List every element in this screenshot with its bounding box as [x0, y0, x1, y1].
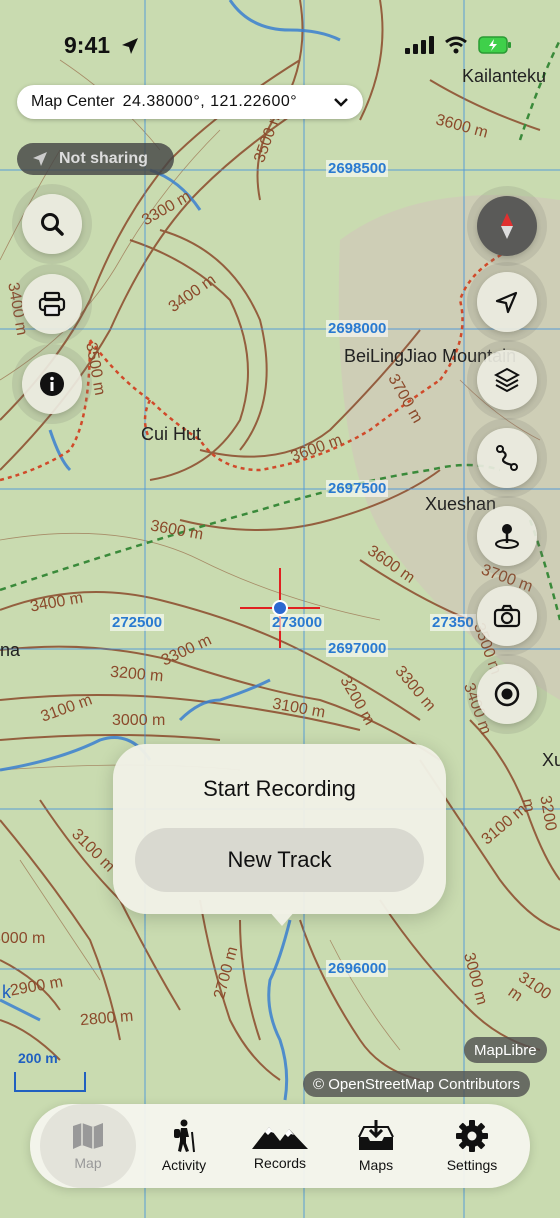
route-icon [496, 445, 518, 471]
tab-activity[interactable]: Activity [136, 1104, 232, 1188]
status-icons [404, 36, 512, 54]
tab-label: Maps [358, 1157, 394, 1173]
compass-button[interactable] [477, 196, 537, 256]
print-button[interactable] [22, 274, 82, 334]
map-icon [73, 1123, 103, 1149]
search-button[interactable] [22, 194, 82, 254]
tab-records[interactable]: Records [232, 1104, 328, 1188]
popup-title: Start Recording [203, 776, 356, 801]
layers-button[interactable] [477, 350, 537, 410]
info-button[interactable] [22, 354, 82, 414]
printer-icon [38, 291, 66, 317]
camera-icon [493, 604, 521, 628]
sharing-label: Not sharing [59, 150, 148, 167]
camera-button[interactable] [477, 586, 537, 646]
tab-maps[interactable]: Maps [328, 1104, 424, 1188]
tab-label: Activity [161, 1157, 207, 1173]
hiker-icon [174, 1119, 195, 1153]
compass-icon [501, 213, 513, 239]
tab-map[interactable]: Map [40, 1104, 136, 1188]
chevron-down-icon [334, 98, 348, 107]
osm-attribution[interactable]: © OpenStreetMap Contributors [303, 1071, 530, 1097]
map-center-coordinates: 24.38000°, 121.22600° [122, 93, 298, 110]
location-arrow-icon [495, 291, 518, 314]
map-center-selector[interactable]: Map Center 24.38000°, 121.22600° [17, 85, 363, 119]
scale-bar [14, 1072, 86, 1092]
map-scale: 200 m [14, 1050, 86, 1094]
mountains-icon [252, 1127, 308, 1149]
signal-icon [405, 36, 434, 54]
maplibre-attribution[interactable]: MapLibre [464, 1037, 547, 1063]
location-arrow-icon [33, 152, 47, 166]
gear-icon [456, 1120, 488, 1152]
battery-icon [478, 36, 511, 54]
new-track-button[interactable]: New Track [135, 828, 424, 892]
scale-label: 200 m [18, 1050, 58, 1066]
record-icon [494, 681, 520, 707]
info-icon [40, 372, 64, 396]
sharing-status[interactable]: Not sharing [17, 143, 174, 175]
wifi-icon [445, 36, 467, 54]
waypoint-button[interactable] [477, 506, 537, 566]
tab-label: Records [253, 1155, 307, 1171]
popup-tail [268, 910, 296, 926]
pin-icon [495, 524, 519, 549]
location-arrow-icon [122, 38, 138, 54]
layers-icon [494, 367, 520, 393]
topo-map[interactable] [0, 0, 560, 1218]
tab-label: Settings [446, 1157, 498, 1173]
search-icon [41, 213, 64, 236]
start-recording-popup: Start Recording New Track [113, 744, 446, 914]
tab-label: Map [74, 1155, 102, 1171]
tab-settings[interactable]: Settings [424, 1104, 520, 1188]
route-button[interactable] [477, 428, 537, 488]
status-time: 9:41 [64, 32, 111, 58]
tab-bar: Map Activity Records Maps Settings [30, 1104, 530, 1188]
record-button[interactable] [477, 664, 537, 724]
download-tray-icon [358, 1120, 394, 1150]
locate-me-button[interactable] [477, 272, 537, 332]
map-center-label: Map Center [31, 93, 115, 110]
